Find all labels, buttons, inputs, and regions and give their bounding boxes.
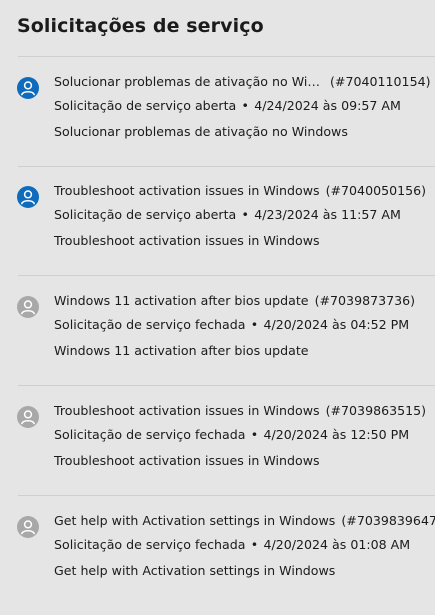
request-date: 4/23/2024 às 11:57 AM [254,207,401,222]
separator-dot: • [250,427,259,442]
request-status: Solicitação de serviço aberta [54,98,237,113]
service-request-item[interactable]: Solucionar problemas de ativação no Wind… [0,74,435,169]
request-subject[interactable]: Solucionar problemas de ativação no Wind… [54,74,324,90]
separator-dot: • [250,537,259,552]
request-status: Solicitação de serviço fechada [54,317,246,332]
service-request-item[interactable]: Troubleshoot activation issues in Window… [0,403,435,498]
request-id: (#7040050156) [325,183,427,198]
divider [18,56,435,57]
person-icon [17,406,39,428]
request-date: 4/20/2024 às 01:08 AM [263,537,411,552]
separator-dot: • [250,317,259,332]
service-request-item[interactable]: Get help with Activation settings in Win… [0,513,435,608]
person-icon [17,186,39,208]
request-subject[interactable]: Troubleshoot activation issues in Window… [54,403,320,418]
request-status: Solicitação de serviço fechada [54,427,246,442]
request-date: 4/24/2024 às 09:57 AM [254,98,401,113]
divider [18,275,435,276]
request-title[interactable]: Windows 11 activation after bios update (… [54,293,415,309]
request-id: (#7040110154) [330,74,431,89]
request-id: (#7039863515) [325,403,427,418]
request-title[interactable]: Troubleshoot activation issues in Window… [54,183,426,199]
separator-dot: • [241,207,249,222]
request-description: Troubleshoot activation issues in Window… [54,453,320,468]
service-request-item[interactable]: Troubleshoot activation issues in Window… [0,183,435,278]
request-description: Troubleshoot activation issues in Window… [54,233,320,248]
request-subject[interactable]: Get help with Activation settings in Win… [54,513,335,528]
request-date: 4/20/2024 às 12:50 PM [263,427,410,442]
person-icon [17,77,39,99]
request-description: Solucionar problemas de ativação no Wind… [54,124,348,139]
request-description: Windows 11 activation after bios update [54,343,309,358]
request-meta: Solicitação de serviço fechada • 4/20/2024… [54,427,409,443]
divider [18,495,435,496]
divider [18,385,435,386]
request-title[interactable]: Solucionar problemas de ativação no Wind… [54,74,431,90]
request-title[interactable]: Troubleshoot activation issues in Window… [54,403,426,419]
request-subject[interactable]: Windows 11 activation after bios update [54,293,309,308]
request-description: Get help with Activation settings in Win… [54,563,336,578]
service-requests-panel: Solicitações de serviço Solucionar probl… [0,0,435,615]
person-icon [17,516,39,538]
separator-dot: • [241,98,249,113]
service-request-item[interactable]: Windows 11 activation after bios update (… [0,293,435,388]
person-icon [17,296,39,318]
request-status: Solicitação de serviço aberta [54,207,237,222]
request-title[interactable]: Get help with Activation settings in Win… [54,513,435,529]
request-meta: Solicitação de serviço fechada • 4/20/2024… [54,317,409,333]
request-id: (#7039839647) [341,513,435,528]
page-title: Solicitações de serviço [17,15,264,37]
request-meta: Solicitação de serviço aberta • 4/23/2024 … [54,207,401,223]
request-subject[interactable]: Troubleshoot activation issues in Window… [54,183,320,198]
request-meta: Solicitação de serviço fechada • 4/20/2024… [54,537,410,553]
divider [18,166,435,167]
request-date: 4/20/2024 às 04:52 PM [263,317,410,332]
request-id: (#7039873736) [314,293,416,308]
request-status: Solicitação de serviço fechada [54,537,246,552]
request-meta: Solicitação de serviço aberta • 4/24/2024 … [54,98,401,114]
